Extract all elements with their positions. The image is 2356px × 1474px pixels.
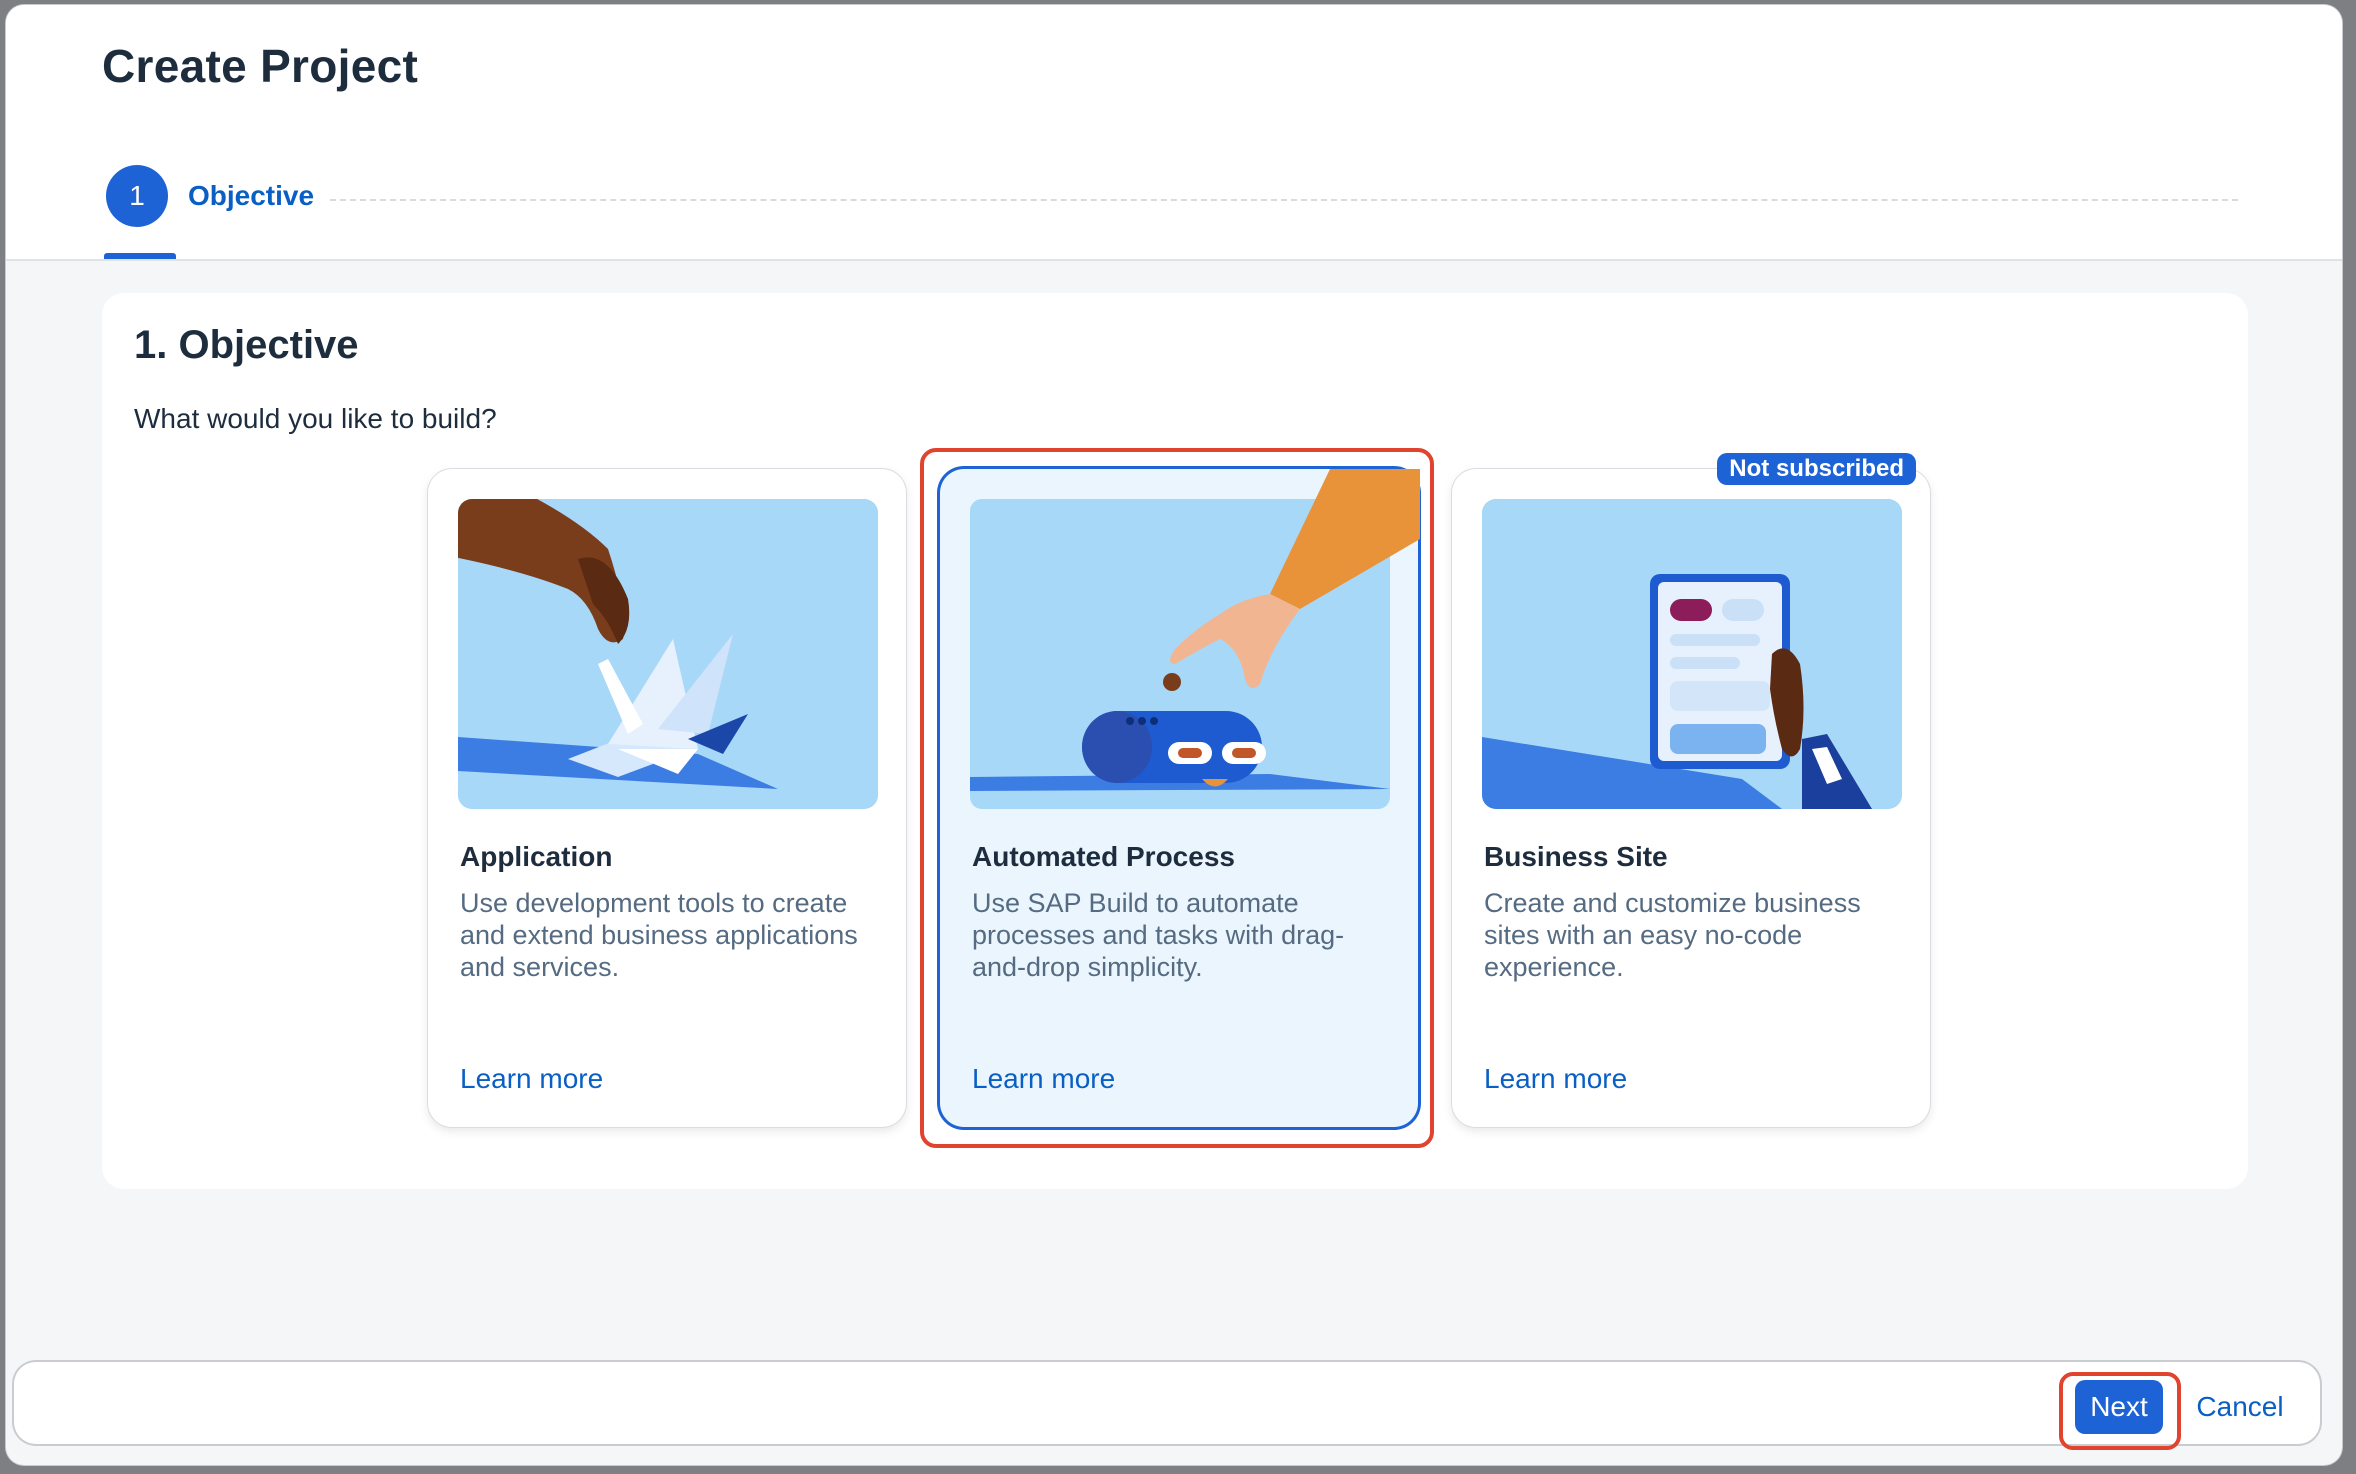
robot-hand-illustration (970, 469, 1420, 809)
learn-more-link[interactable]: Learn more (460, 1063, 603, 1095)
card-title: Application (460, 841, 613, 872)
card-description: Create and customize business sites with… (1484, 888, 1861, 982)
card-automated-process[interactable]: Automated Process Use SAP Build to autom… (940, 469, 1420, 1127)
objective-panel: 1. Objective What would you like to buil… (102, 293, 2248, 1189)
learn-more-link[interactable]: Learn more (972, 1063, 1115, 1095)
active-step-indicator (104, 253, 176, 259)
dialog-header: Create Project 1 Objective (6, 5, 2342, 261)
card-title: Automated Process (972, 841, 1235, 872)
wizard-step-objective[interactable]: 1 Objective (106, 165, 314, 227)
wizard-progress-line (330, 199, 2238, 201)
card-business-site[interactable]: Not subscribed Business Site Create and … (1452, 453, 1930, 1127)
card-application[interactable]: Application Use development tools to cre… (428, 469, 906, 1127)
next-button[interactable]: Next (2075, 1380, 2163, 1434)
step-number-circle: 1 (106, 165, 168, 227)
step-label: Objective (188, 180, 315, 211)
cancel-button[interactable]: Cancel (2180, 1380, 2300, 1434)
card-title: Business Site (1484, 841, 1668, 872)
tablet-illustration (1482, 499, 1902, 809)
card-description: Use development tools to create and exte… (460, 888, 858, 982)
dialog-footer (14, 1362, 2320, 1444)
paper-crane-illustration (458, 499, 878, 809)
learn-more-link[interactable]: Learn more (1484, 1063, 1627, 1095)
dialog-title: Create Project (102, 40, 419, 92)
create-project-dialog: Create Project 1 Objective 1. Objective … (6, 5, 2342, 1465)
objective-question: What would you like to build? (134, 403, 497, 434)
card-description: Use SAP Build to automate processes and … (972, 888, 1345, 982)
section-title: 1. Objective (134, 323, 359, 367)
not-subscribed-badge: Not subscribed (1717, 453, 1916, 485)
